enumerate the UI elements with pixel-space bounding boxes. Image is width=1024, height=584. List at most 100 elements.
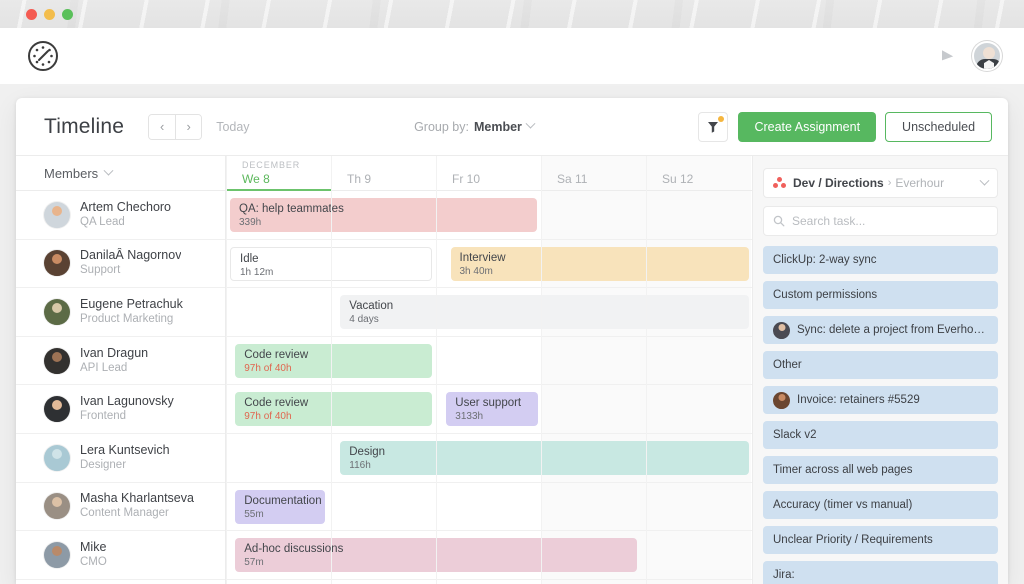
day-header[interactable]: Fr 10 (452, 172, 480, 186)
member-role: Support (80, 263, 181, 278)
member-row[interactable]: Lera KuntsevichDesigner (16, 434, 225, 483)
timeline-bar-title: Code review (244, 349, 423, 362)
timeline-bar-title: Interview (460, 252, 741, 265)
play-timer-icon[interactable] (934, 43, 960, 69)
member-row[interactable]: Artem ChechoroQA Lead (16, 191, 225, 240)
task-chip[interactable]: Sync: delete a project from Everhour if … (763, 316, 998, 344)
task-chip-label: Slack v2 (773, 428, 816, 442)
search-task-field[interactable] (763, 206, 998, 236)
group-by-value: Member (474, 120, 522, 134)
timeline-grid: Members Artem ChechoroQA Lead DanilaÂ Nag… (16, 156, 1008, 584)
timeline-bar[interactable]: User support3133h (446, 392, 538, 426)
timeline-row[interactable]: Vacation4 days (226, 288, 753, 337)
timeline-row[interactable]: Design116h (226, 434, 753, 483)
member-list: Artem ChechoroQA Lead DanilaÂ NagornovSup… (16, 191, 225, 580)
member-name: Lera Kuntsevich (80, 443, 170, 458)
group-by-selector[interactable]: Group by: Member (414, 120, 534, 134)
member-row[interactable]: Eugene PetrachukProduct Marketing (16, 288, 225, 337)
everhour-timer-logo-icon[interactable] (24, 37, 62, 75)
task-chip[interactable]: Other (763, 351, 998, 379)
next-period-button[interactable]: › (175, 115, 201, 139)
timeline-toolbar: Timeline ‹ › Today Group by: Member Crea… (16, 98, 1008, 156)
task-chip-label: Other (773, 358, 802, 372)
timeline-bar-title: Design (349, 446, 740, 459)
members-column-header[interactable]: Members (16, 156, 225, 191)
task-chip[interactable]: ClickUp: 2-way sync (763, 246, 998, 274)
task-list: ClickUp: 2-way sync Custom permissions Syn… (763, 246, 998, 584)
timeline-bar[interactable]: Code review97h of 40h (235, 344, 432, 378)
member-row[interactable]: DanilaÂ NagornovSupport (16, 240, 225, 289)
timeline-row[interactable]: Documentation55m (226, 483, 753, 532)
day-header[interactable]: We 8 (242, 172, 270, 186)
avatar (44, 250, 70, 276)
timeline-bar[interactable]: Code review97h of 40h (235, 392, 432, 426)
timeline-scroll-region[interactable]: DECEMBER We 8Th 9Fr 10Sa 11Su 12 QA: hel… (226, 156, 753, 584)
today-button[interactable]: Today (216, 120, 249, 134)
timeline-bar-subtitle: 3h 40m (460, 265, 741, 278)
timeline-bar-subtitle: 339h (239, 216, 528, 229)
user-avatar[interactable] (972, 41, 1002, 71)
avatar (773, 322, 790, 339)
unscheduled-button[interactable]: Unscheduled (885, 112, 992, 142)
task-chip[interactable]: Invoice: retainers #5529 (763, 386, 998, 414)
member-row[interactable]: Ivan DragunAPI Lead (16, 337, 225, 386)
close-window-button[interactable] (26, 9, 37, 20)
member-text: Artem ChechoroQA Lead (80, 200, 171, 230)
timeline-bar[interactable]: Vacation4 days (340, 295, 749, 329)
timeline-row[interactable]: Ad-hoc discussions57m (226, 531, 753, 580)
task-chip[interactable]: Custom permissions (763, 281, 998, 309)
day-header[interactable]: Th 9 (347, 172, 371, 186)
avatar (44, 542, 70, 568)
avatar (44, 299, 70, 325)
task-chip-label: ClickUp: 2-way sync (773, 253, 877, 267)
timeline-bar-subtitle: 116h (349, 459, 740, 472)
task-chip-label: Custom permissions (773, 288, 877, 302)
member-role: Designer (80, 458, 170, 473)
project-separator: › (888, 177, 892, 189)
member-row[interactable]: Ivan LagunovskyFrontend (16, 385, 225, 434)
task-chip[interactable]: Jira: (763, 561, 998, 584)
task-chip[interactable]: Unclear Priority / Requirements (763, 526, 998, 554)
window-background-texture (0, 0, 1024, 28)
member-name: DanilaÂ Nagornov (80, 248, 181, 263)
filter-button[interactable] (698, 112, 728, 142)
project-subname: Everhour (895, 176, 944, 190)
timeline-bar-subtitle: 97h of 40h (244, 410, 423, 423)
chevron-down-icon (980, 175, 990, 185)
minimize-window-button[interactable] (44, 9, 55, 20)
member-row[interactable]: MikeCMO (16, 531, 225, 580)
member-text: Lera KuntsevichDesigner (80, 443, 170, 473)
day-gridline (541, 156, 542, 584)
task-chip[interactable]: Slack v2 (763, 421, 998, 449)
timeline-row[interactable]: QA: help teammates339h (226, 191, 753, 240)
member-row[interactable]: Masha KharlantsevaContent Manager (16, 483, 225, 532)
timeline-bar[interactable]: Interview3h 40m (451, 247, 750, 281)
member-name: Mike (80, 540, 107, 555)
timeline-bar[interactable]: Design116h (340, 441, 749, 475)
prev-period-button[interactable]: ‹ (149, 115, 175, 139)
timeline-bar[interactable]: Documentation55m (235, 490, 325, 524)
timeline-card: Timeline ‹ › Today Group by: Member Crea… (16, 98, 1008, 584)
members-column: Members Artem ChechoroQA Lead DanilaÂ Nag… (16, 156, 226, 584)
timeline-bar[interactable]: QA: help teammates339h (230, 198, 537, 232)
day-header[interactable]: Su 12 (662, 172, 693, 186)
member-name: Ivan Lagunovsky (80, 394, 174, 409)
member-role: API Lead (80, 361, 148, 376)
timeline-row[interactable]: Code review97h of 40h User support3133h (226, 385, 753, 434)
maximize-window-button[interactable] (62, 9, 73, 20)
day-header[interactable]: Sa 11 (557, 172, 587, 186)
search-input[interactable] (792, 214, 988, 228)
timeline-bar-title: Code review (244, 397, 423, 410)
group-by-prefix: Group by: (414, 120, 469, 134)
day-gridline (436, 156, 437, 584)
task-chip[interactable]: Accuracy (timer vs manual) (763, 491, 998, 519)
create-assignment-button[interactable]: Create Assignment (738, 112, 876, 142)
member-role: Product Marketing (80, 312, 183, 327)
day-gridline (226, 156, 227, 584)
task-chip[interactable]: Timer across all web pages (763, 456, 998, 484)
member-text: Ivan LagunovskyFrontend (80, 394, 174, 424)
project-selector[interactable]: Dev / Directions › Everhour (763, 168, 998, 198)
timeline-row[interactable]: Idle1h 12mInterview3h 40m (226, 240, 753, 289)
task-chip-label: Invoice: retainers #5529 (797, 393, 920, 407)
timeline-row[interactable]: Code review97h of 40h (226, 337, 753, 386)
